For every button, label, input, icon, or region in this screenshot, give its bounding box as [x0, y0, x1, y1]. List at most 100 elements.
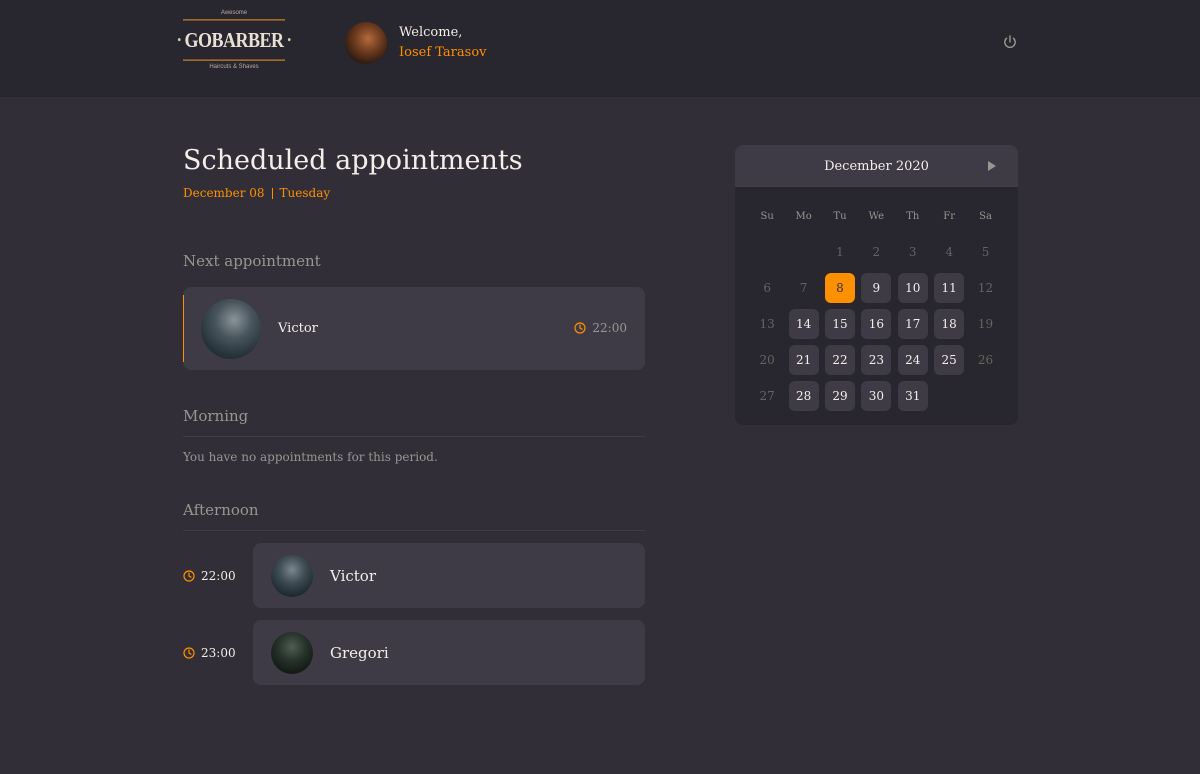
calendar-day[interactable]: 16 [858, 309, 894, 339]
appointment-row: 23:00 Gregori [183, 620, 645, 685]
calendar-day-number: 20 [759, 353, 775, 367]
calendar-day: 20 [749, 345, 785, 375]
calendar-day-number: 28 [788, 381, 819, 411]
calendar-day[interactable]: 31 [895, 381, 931, 411]
calendar-day: 12 [967, 273, 1003, 303]
logo-brand: • GOBARBER • [177, 19, 291, 61]
calendar-day-number: 21 [788, 345, 819, 375]
calendar-day-number: 9 [861, 273, 892, 303]
next-time-text: 22:00 [592, 321, 627, 335]
calendar-day-number: 25 [934, 345, 965, 375]
calendar-day[interactable]: 8 [822, 273, 858, 303]
appointment-card[interactable]: Victor [253, 543, 645, 608]
calendar-week: 27 28 29 30 31 [749, 378, 1004, 414]
calendar-day[interactable]: 11 [931, 273, 967, 303]
calendar-day-number: 11 [934, 273, 965, 303]
calendar-day-number: 14 [788, 309, 819, 339]
calendar-day: 1 [822, 237, 858, 267]
weekday-label: Fr [943, 211, 955, 222]
appointment-row: 22:00 Victor [183, 543, 645, 608]
calendar-empty-cell [967, 380, 1003, 413]
next-appointment-time: 22:00 [574, 321, 627, 335]
weekday-label: Mo [795, 211, 812, 222]
calendar-day-number: 22 [824, 345, 855, 375]
calendar-day: 4 [931, 237, 967, 267]
calendar-day-number: 8 [824, 273, 855, 303]
appointment-time-text: 23:00 [201, 645, 236, 660]
appointment-card[interactable]: Gregori [253, 620, 645, 685]
calendar-day[interactable]: 9 [858, 273, 894, 303]
client-avatar [271, 631, 313, 674]
weekday-label: Tu [833, 211, 847, 222]
calendar-day: 26 [967, 345, 1003, 375]
clock-icon [183, 646, 195, 659]
calendar-day-number: 6 [763, 281, 771, 295]
calendar-day[interactable]: 29 [822, 381, 858, 411]
next-appointment-card[interactable]: Victor 22:00 [183, 287, 645, 370]
calendar-day-number: 27 [759, 389, 775, 403]
calendar-day[interactable]: 25 [931, 345, 967, 375]
profile-link[interactable]: Iosef Tarasov [399, 45, 487, 60]
calendar-day-number: 5 [981, 245, 990, 259]
appointment-time: 23:00 [183, 646, 253, 660]
logo-top-text: Awesome [220, 10, 248, 16]
calendar-day[interactable]: 28 [785, 381, 821, 411]
calendar-day: 5 [967, 237, 1003, 267]
client-name: Gregori [330, 643, 389, 662]
calendar-day-number: 30 [861, 381, 892, 411]
calendar-day: 6 [749, 273, 785, 303]
calendar-day-number: 3 [908, 245, 917, 259]
morning-heading: Morning [183, 407, 645, 437]
calendar-day-number: 26 [977, 353, 994, 367]
calendar-day[interactable]: 15 [822, 309, 858, 339]
calendar: December 2020 Su Mo Tu We Th Fr Sa 12345… [735, 145, 1018, 425]
calendar-day[interactable]: 23 [858, 345, 894, 375]
calendar-day-number [752, 236, 782, 266]
calendar-day-number: 12 [977, 281, 994, 295]
calendar-day[interactable]: 10 [895, 273, 931, 303]
calendar-day-number: 2 [872, 245, 881, 259]
calendar-day[interactable]: 30 [858, 381, 894, 411]
calendar-day[interactable]: 24 [895, 345, 931, 375]
header: Awesome • GOBARBER • Haircuts & Shaves W… [0, 0, 1200, 97]
calendar-week: 1 2 3 4 5 [749, 234, 1004, 270]
weekday-label: Sa [979, 211, 992, 222]
calendar-week: 6 7 8 9 10 11 12 [749, 270, 1004, 306]
client-avatar [271, 554, 313, 597]
power-icon[interactable] [1002, 34, 1018, 50]
calendar-day-number: 31 [897, 381, 928, 411]
gobarber-logo[interactable]: Awesome • GOBARBER • Haircuts & Shaves [177, 10, 291, 78]
weekday-label: Su [760, 211, 774, 222]
calendar-day-number [934, 380, 964, 410]
calendar-day: 13 [749, 309, 785, 339]
user-avatar[interactable] [345, 22, 387, 64]
calendar-day-number: 13 [759, 317, 775, 331]
schedule: Scheduled appointments December 08 Tuesd… [183, 145, 645, 685]
calendar-day: 19 [967, 309, 1003, 339]
calendar-day-number: 29 [824, 381, 855, 411]
calendar-day: 7 [785, 273, 821, 303]
calendar-weekdays: Su Mo Tu We Th Fr Sa [735, 211, 1018, 222]
calendar-day: 2 [858, 237, 894, 267]
next-month-icon[interactable] [988, 161, 996, 171]
logo-dot-icon: • [287, 33, 292, 47]
calendar-day-number: 17 [897, 309, 928, 339]
calendar-day-number: 10 [897, 273, 928, 303]
page-title: Scheduled appointments [183, 145, 523, 176]
calendar-header: December 2020 [735, 145, 1018, 187]
profile-text: Welcome, Iosef Tarasov [399, 24, 487, 62]
afternoon-heading: Afternoon [183, 501, 645, 531]
calendar-day-number: 19 [977, 317, 994, 331]
calendar-empty-cell [931, 380, 967, 413]
calendar-day[interactable]: 14 [785, 309, 821, 339]
calendar-day[interactable]: 18 [931, 309, 967, 339]
calendar-day-number [789, 236, 819, 266]
profile: Welcome, Iosef Tarasov [345, 22, 487, 64]
calendar-day[interactable]: 21 [785, 345, 821, 375]
calendar-week: 20 21 22 23 24 25 26 [749, 342, 1004, 378]
calendar-day[interactable]: 17 [895, 309, 931, 339]
calendar-days: 1 2 3 4 5 6 7 8 9 10 11 12 13 14 15 16 17 18 19 20 21 22 23 24 2… [735, 234, 1018, 414]
calendar-day: 3 [895, 237, 931, 267]
calendar-day[interactable]: 22 [822, 345, 858, 375]
welcome-text: Welcome, [399, 25, 463, 40]
